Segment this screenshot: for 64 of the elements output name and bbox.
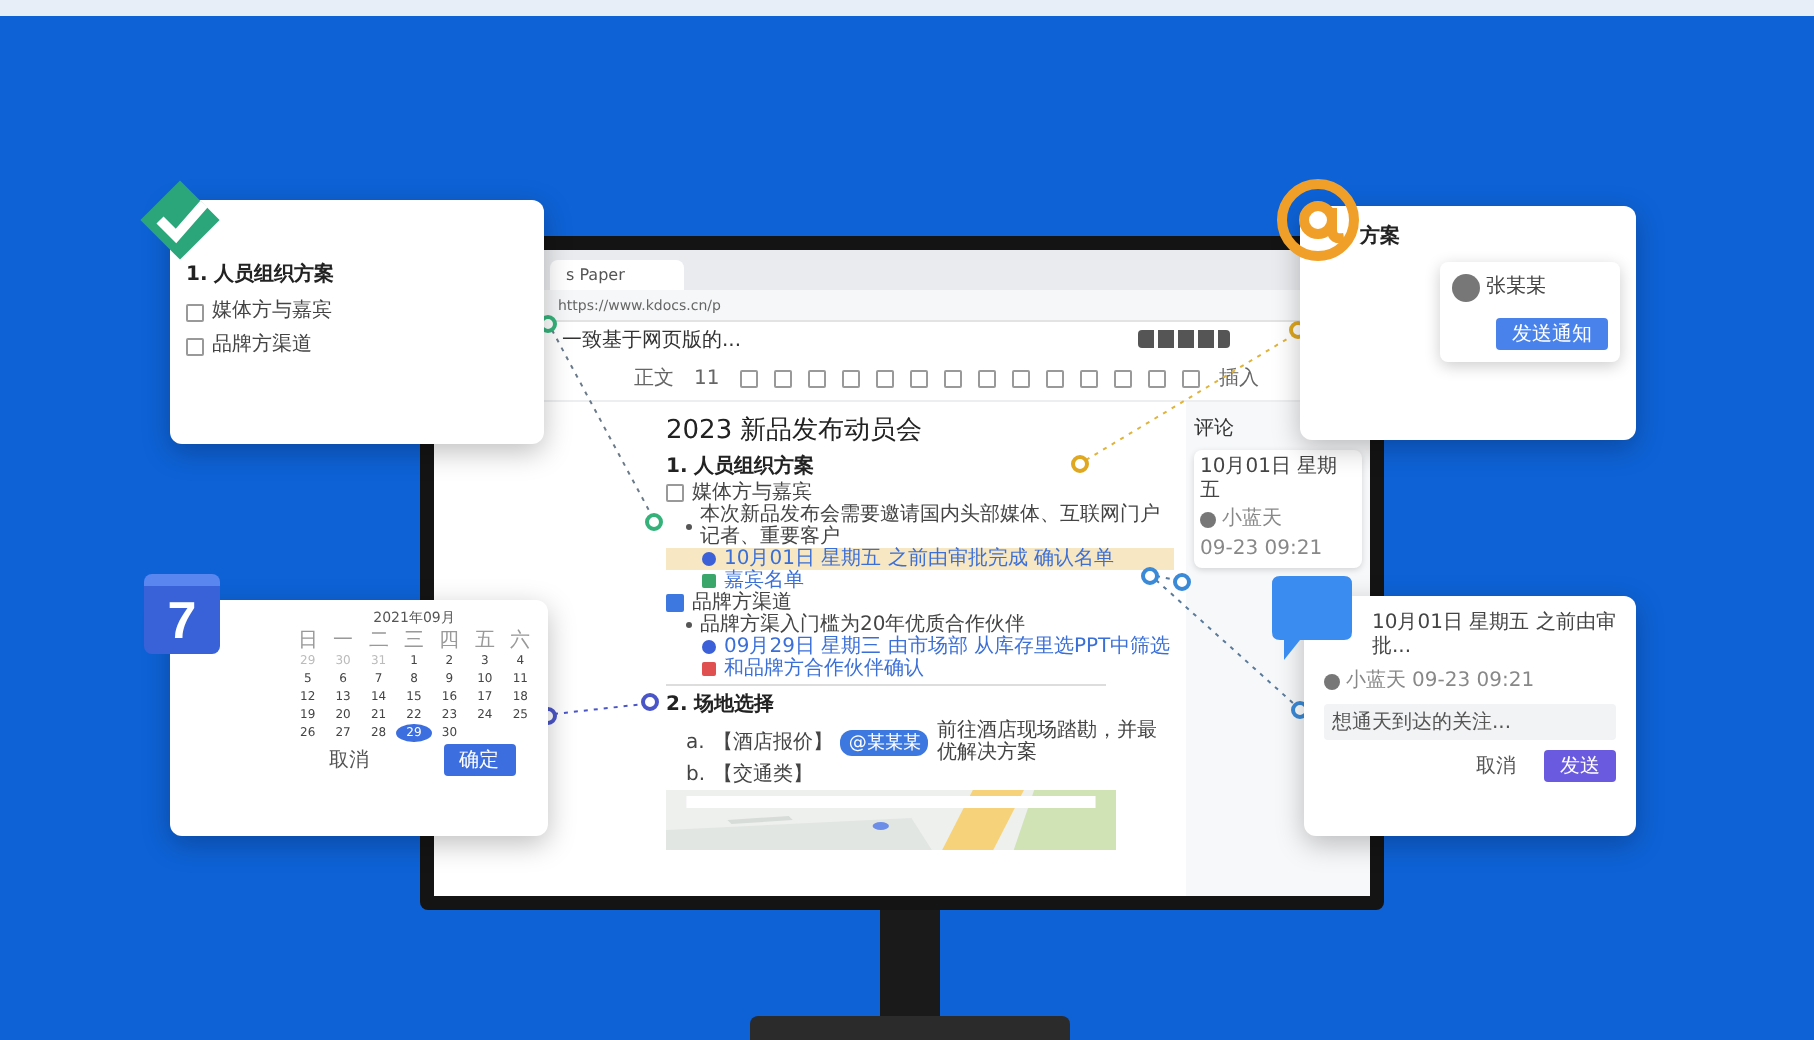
- comment-time: 09-23 09:21: [1200, 538, 1323, 562]
- person-name: 张某某: [1486, 276, 1546, 300]
- font-size-dropdown[interactable]: 11: [694, 367, 720, 389]
- task-text: 品牌方渠道: [212, 334, 312, 358]
- due-date-text: 09月29日 星期三 由市场部 从库存里选PPT中筛选: [724, 636, 1171, 658]
- comment-quote: 10月01日 星期五 之前由审批...: [1370, 612, 1616, 660]
- checkbox[interactable]: [186, 303, 204, 321]
- list-marker: b.: [686, 764, 706, 786]
- confirm-button[interactable]: 确定: [443, 744, 515, 776]
- clock-icon: [702, 640, 716, 654]
- weekday-label: 一: [331, 630, 356, 652]
- checkbox[interactable]: [666, 594, 684, 612]
- weekday-label: 三: [401, 630, 426, 652]
- bullet-icon: [686, 523, 692, 529]
- list-marker: a.: [686, 731, 705, 753]
- weekday-label: 日: [295, 630, 320, 652]
- file-link[interactable]: 和品牌方合作伙伴确认: [724, 658, 924, 680]
- avatar-icon: [1324, 674, 1340, 690]
- comment-quote: 10月01日 星期五: [1200, 456, 1340, 504]
- task-text: 品牌方渠道: [692, 592, 792, 614]
- comment-author: 小蓝天: [1222, 508, 1282, 532]
- avatar-icon: [1452, 274, 1480, 302]
- style-dropdown[interactable]: 正文: [634, 364, 674, 392]
- spreadsheet-icon: [702, 574, 716, 588]
- cancel-button[interactable]: 取消: [313, 744, 385, 776]
- reply-field[interactable]: 想通天到达的关注...: [1324, 704, 1616, 740]
- browser-tab[interactable]: s Paper: [550, 260, 685, 290]
- document-title: 2023 新品发布动员会: [666, 414, 925, 448]
- calendar-icon: 7: [144, 574, 220, 654]
- comment-time: 09-23 09:21: [1412, 670, 1535, 694]
- chat-bubble-icon: [1272, 576, 1352, 660]
- section-heading: 2. 场地选择: [666, 692, 777, 718]
- weekday-label: 六: [508, 630, 533, 652]
- task-text: 媒体方与嘉宾: [212, 300, 332, 324]
- weekday-label: 五: [472, 630, 497, 652]
- weekday-label: 二: [366, 630, 391, 652]
- at-sign-icon: [1274, 176, 1362, 264]
- bullet-text: 本次新品发布会需要邀请国内头部媒体、互联网门户记者、重要客户: [700, 504, 1162, 548]
- cancel-button[interactable]: 取消: [1460, 750, 1532, 782]
- insert-button[interactable]: 插入: [1219, 364, 1260, 392]
- weekday-label: 四: [437, 630, 462, 652]
- file-icon: [702, 662, 716, 676]
- collaborator-avatars-icon: [1138, 330, 1230, 348]
- file-link[interactable]: 嘉宾名单: [724, 570, 804, 592]
- list-text: 【酒店报价】: [712, 731, 833, 753]
- clock-icon: [702, 552, 716, 566]
- document-name: 一致基于网页版的...: [562, 327, 742, 353]
- task-text: 媒体方与嘉宾: [692, 482, 812, 504]
- bullet-text: 品牌方渠入门槛为20年优质合作伙伴: [700, 614, 1026, 636]
- list-text: 前往酒店现场踏勘，并最优解决方案: [936, 720, 1159, 764]
- checkbox[interactable]: [666, 484, 684, 502]
- send-button[interactable]: 发送: [1544, 750, 1616, 782]
- checkbox[interactable]: [186, 337, 204, 355]
- notify-button[interactable]: 发送通知: [1496, 318, 1608, 350]
- list-text: 【交通类】: [713, 764, 814, 786]
- card-heading: 方案: [1360, 224, 1402, 250]
- mention-tag[interactable]: @某某某: [840, 729, 929, 755]
- due-date-text: 10月01日 星期五 之前由审批完成 确认名单: [724, 548, 1114, 570]
- bullet-icon: [686, 622, 692, 628]
- avatar-icon: [1200, 512, 1216, 528]
- comment-author: 小蓝天: [1346, 670, 1406, 694]
- card-heading: 1. 人员组织方案: [186, 262, 337, 288]
- comments-heading: 评论: [1194, 416, 1236, 442]
- section-heading: 1. 人员组织方案: [666, 454, 817, 480]
